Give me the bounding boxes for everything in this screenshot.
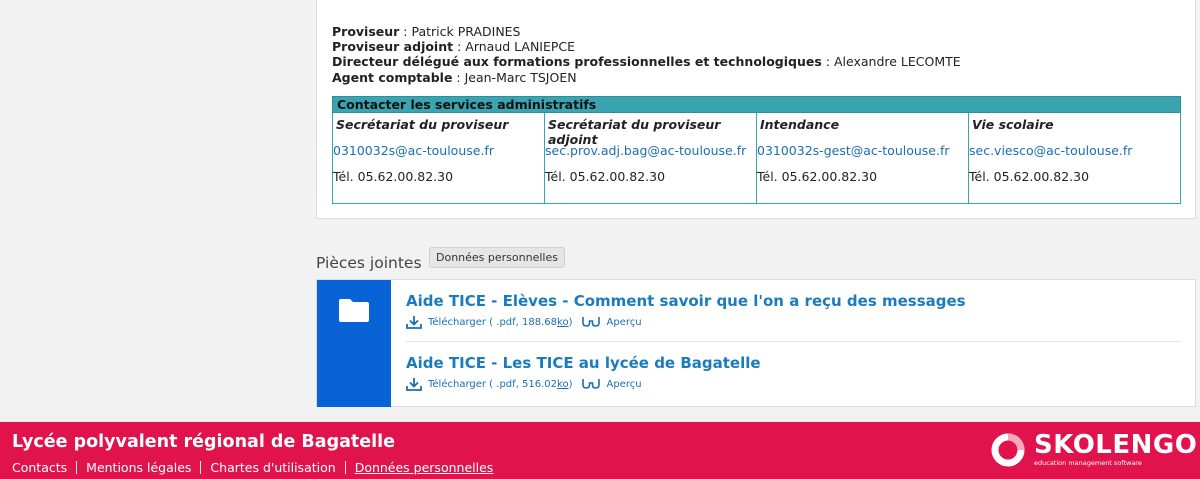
service-email-link[interactable]: sec.prov.adj.bag@ac-toulouse.fr (545, 139, 756, 169)
staff-line: Proviseur adjoint : Arnaud LANIEPCE (332, 39, 576, 55)
staff-list: Proviseur : Patrick PRADINES Proviseur a… (332, 24, 961, 85)
footer-separator (200, 461, 202, 474)
service-phone: Tél. 05.62.00.82.30 (545, 169, 666, 184)
staff-role: Directeur délégué aux formations profess… (332, 54, 822, 70)
staff-name: Arnaud LANIEPCE (465, 39, 576, 55)
staff-line: Directeur délégué aux formations profess… (332, 54, 961, 70)
download-suffix: ) (568, 316, 573, 328)
size-unit: ko (557, 378, 569, 390)
contacts-table: Contacter les services administratifs Se… (332, 96, 1181, 204)
preview-label: Aperçu (606, 316, 642, 328)
attachment-actions: Télécharger ( .pdf, 188.68 ko ) Aperçu (406, 315, 1181, 329)
staff-role: Agent comptable (332, 69, 453, 85)
establishment-info-panel: Proviseur : Patrick PRADINES Proviseur a… (316, 0, 1196, 219)
preview-link[interactable]: Aperçu (582, 316, 642, 328)
skolengo-ring-icon (991, 433, 1025, 467)
attachment-title-link[interactable]: Aide TICE - Elèves - Comment savoir que … (406, 292, 1181, 310)
attachments-sidebar (317, 280, 391, 407)
footer-link-contacts[interactable]: Contacts (12, 460, 67, 475)
school-name: Lycée polyvalent régional de Bagatelle (12, 432, 396, 452)
service-phone: Tél. 05.62.00.82.30 (969, 169, 1090, 184)
glasses-icon (582, 379, 601, 389)
staff-line: Agent comptable : Jean-Marc TSJOEN (332, 69, 577, 85)
footer-links: Contacts Mentions légales Chartes d'util… (12, 460, 493, 475)
download-icon (406, 378, 422, 391)
footer-link-legal[interactable]: Mentions légales (86, 460, 191, 475)
service-email-link[interactable]: sec.viesco@ac-toulouse.fr (969, 139, 1180, 169)
attachment-actions: Télécharger ( .pdf, 516.02 ko ) Aperçu (406, 377, 1181, 391)
footer-separator (344, 461, 346, 474)
service-email-link[interactable]: 0310032s-gest@ac-toulouse.fr (757, 139, 968, 169)
site-footer: Lycée polyvalent régional de Bagatelle C… (0, 422, 1200, 479)
download-link[interactable]: Télécharger ( .pdf, 188.68 ko ) (406, 315, 572, 329)
service-title: Secrétariat du proviseur (336, 117, 509, 132)
preview-link[interactable]: Aperçu (582, 378, 642, 390)
download-suffix: ) (568, 378, 573, 390)
service-title: Intendance (760, 117, 840, 132)
contact-cell: Secrétariat du proviseur 0310032s@ac-tou… (332, 112, 545, 204)
staff-role: Proviseur adjoint (332, 39, 454, 55)
service-title: Vie scolaire (972, 117, 1054, 132)
service-phone: Tél. 05.62.00.82.30 (757, 169, 878, 184)
service-email-link[interactable]: 0310032s@ac-toulouse.fr (333, 139, 544, 169)
attachments-card: Aide TICE - Elèves - Comment savoir que … (316, 279, 1196, 407)
glasses-icon (582, 317, 601, 327)
footer-link-personal-data[interactable]: Données personnelles (355, 460, 494, 475)
contacts-table-header: Contacter les services administratifs (332, 96, 1181, 113)
brand-name: SKOLENGO (1034, 430, 1198, 460)
staff-name: Jean-Marc TSJOEN (464, 69, 577, 85)
folder-icon (339, 299, 369, 322)
attachment-item: Aide TICE - Les TICE au lycée de Bagatel… (406, 354, 1181, 391)
contact-cell: Intendance 0310032s-gest@ac-toulouse.fr … (756, 112, 969, 204)
download-icon (406, 316, 422, 329)
staff-role: Proviseur (332, 24, 400, 39)
preview-label: Aperçu (606, 378, 642, 390)
download-label: Télécharger ( .pdf, 188.68 (428, 316, 558, 328)
contact-cell: Secrétariat du proviseur adjoint sec.pro… (544, 112, 757, 204)
service-phone: Tél. 05.62.00.82.30 (333, 169, 454, 184)
staff-line: Proviseur : Patrick PRADINES (332, 24, 521, 39)
service-title: Secrétariat du proviseur adjoint (548, 117, 721, 147)
skolengo-logo[interactable]: SKOLENGO education management software (990, 430, 1200, 470)
footer-link-charters[interactable]: Chartes d'utilisation (210, 460, 335, 475)
size-unit: ko (557, 316, 569, 328)
download-link[interactable]: Télécharger ( .pdf, 516.02 ko ) (406, 377, 572, 391)
attachment-title-link[interactable]: Aide TICE - Les TICE au lycée de Bagatel… (406, 354, 1181, 372)
contact-cell: Vie scolaire sec.viesco@ac-toulouse.fr T… (968, 112, 1181, 204)
tooltip: Données personnelles (429, 247, 565, 268)
staff-name: Alexandre LECOMTE (833, 54, 961, 70)
attachment-item: Aide TICE - Elèves - Comment savoir que … (406, 292, 1181, 342)
brand-tagline: education management software (1034, 459, 1142, 467)
staff-name: Patrick PRADINES (411, 24, 521, 39)
footer-separator (76, 461, 78, 474)
download-label: Télécharger ( .pdf, 516.02 (428, 378, 558, 390)
attachments-title: Pièces jointes (316, 254, 422, 272)
